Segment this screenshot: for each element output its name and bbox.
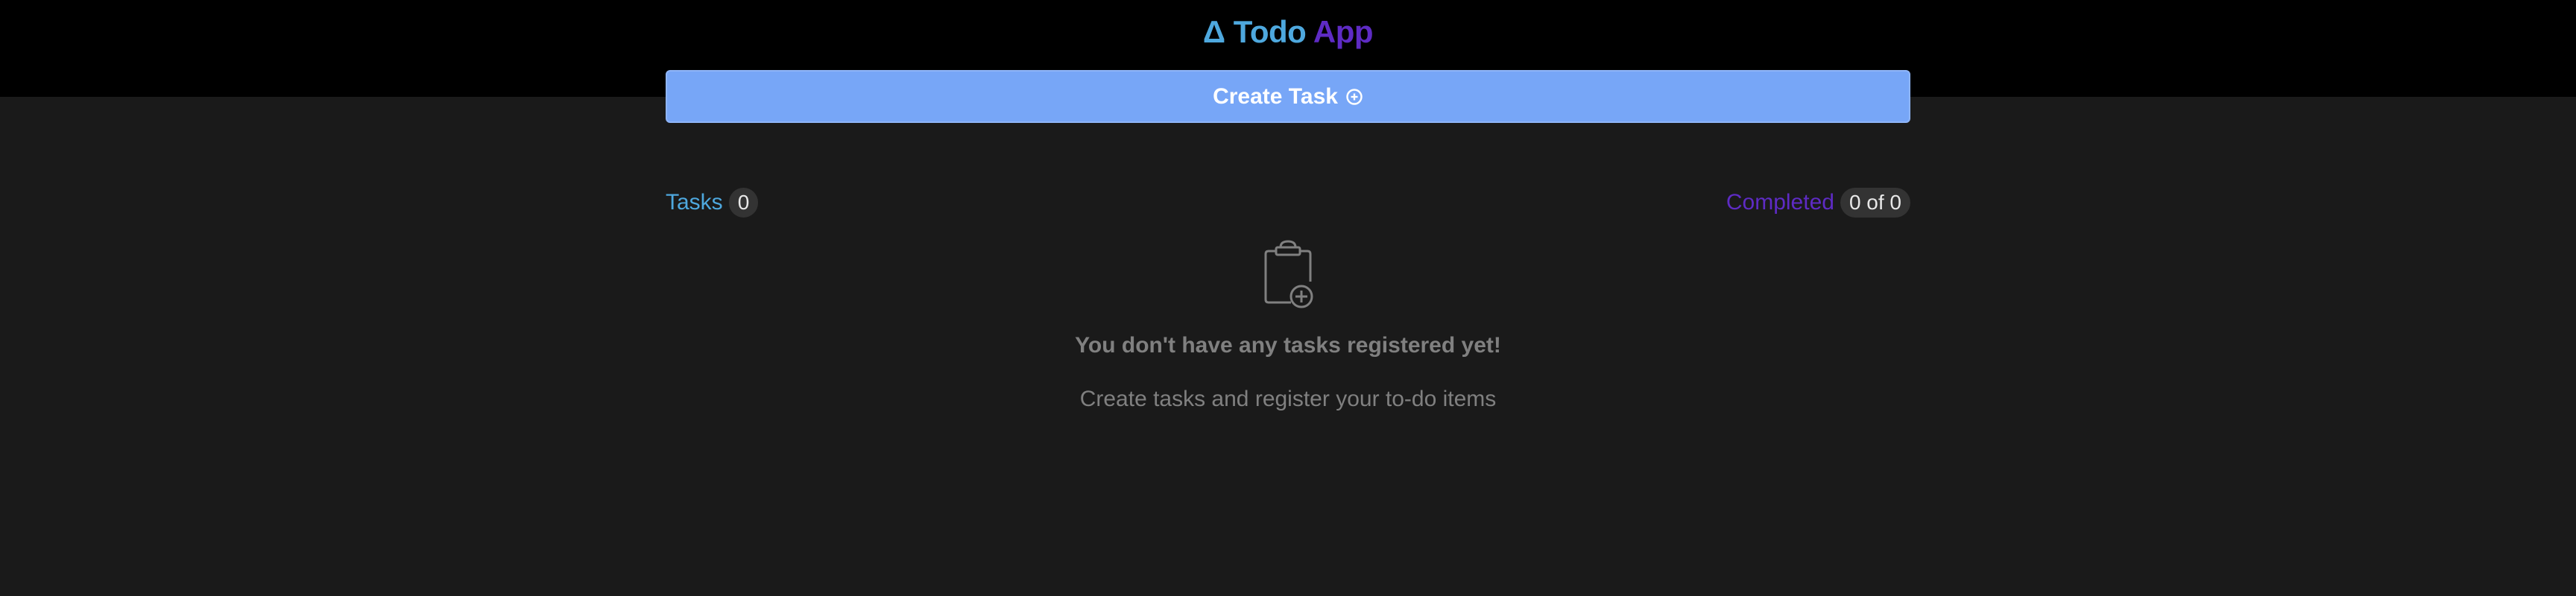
- clipboard-plus-icon: [1261, 238, 1315, 310]
- create-task-label: Create Task: [1213, 83, 1338, 109]
- tasks-counter: Tasks 0: [666, 186, 759, 219]
- completed-count-badge: 0 of 0: [1840, 188, 1910, 218]
- plus-circle-icon: [1345, 88, 1363, 106]
- create-task-button[interactable]: Create Task: [666, 70, 1910, 123]
- completed-label: Completed: [1726, 190, 1834, 215]
- app-logo: Δ Todo App: [0, 13, 2576, 51]
- logo-word-app: App: [1313, 14, 1374, 49]
- empty-state: You don't have any tasks registered yet!…: [666, 238, 1910, 414]
- empty-state-subtitle: Create tasks and register your to-do ite…: [1079, 387, 1497, 411]
- tasks-label: Tasks: [666, 190, 723, 215]
- task-counters: Tasks 0 Completed 0 of 0: [666, 186, 1910, 219]
- logo-symbol: Δ: [1202, 14, 1225, 49]
- logo-word-todo: Todo: [1233, 14, 1307, 49]
- empty-state-title: You don't have any tasks registered yet!: [1075, 333, 1501, 358]
- tasks-count-badge: 0: [728, 188, 759, 218]
- completed-counter: Completed 0 of 0: [1726, 186, 1910, 219]
